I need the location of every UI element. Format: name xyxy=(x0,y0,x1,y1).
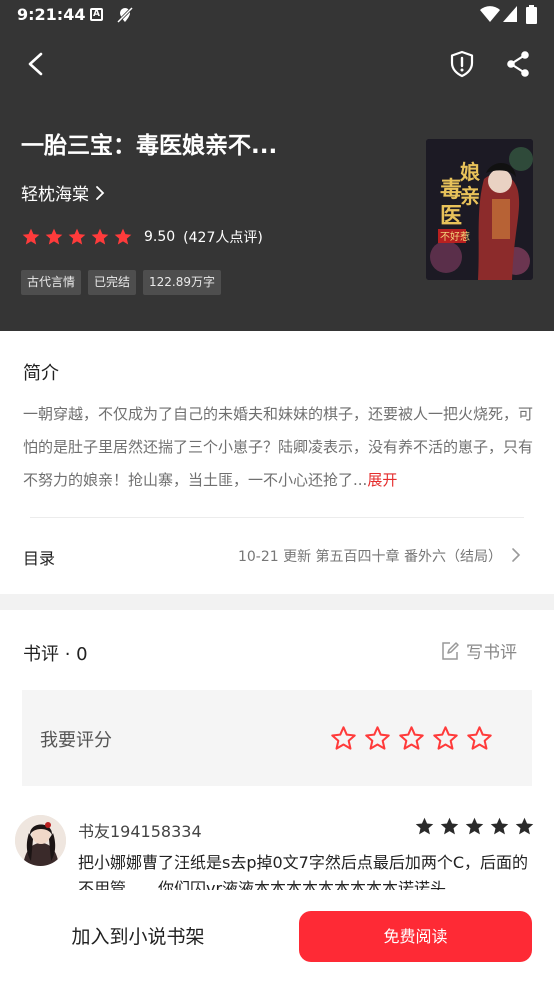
book-cover-image: 毒 医 娘 亲 不好惹 xyxy=(426,139,533,280)
star-icon xyxy=(45,228,63,245)
star-outline-icon[interactable] xyxy=(398,725,425,752)
review-user-name: 书友194158334 xyxy=(78,822,202,841)
tag-status: 已完结 xyxy=(88,270,137,295)
tag-word-count: 122.89万字 xyxy=(143,270,222,295)
rate-label: 我要评分 xyxy=(40,730,112,751)
rating-stars xyxy=(21,227,133,247)
cell-signal-icon xyxy=(503,6,517,22)
star-icon xyxy=(22,228,40,245)
rating-row: 9.50 (427人点评) xyxy=(21,226,263,248)
svg-text:亲: 亲 xyxy=(460,184,480,208)
star-icon xyxy=(440,817,459,835)
toc-label[interactable]: 目录 xyxy=(23,545,55,569)
book-header: 9:21:44 A 一胎三宝：毒医娘亲不... 轻枕海棠 9.50 (427人点… xyxy=(0,0,554,331)
avatar-image xyxy=(15,815,66,866)
wifi-icon xyxy=(480,6,500,22)
location-off-icon xyxy=(116,6,134,24)
intro-body: 一朝穿越，不仅成为了自己的未婚夫和妹妹的棋子，还要被人一把火烧死，可怕的是肚子里… xyxy=(23,405,534,489)
rate-box: 我要评分 xyxy=(22,690,532,786)
rating-score: 9.50 xyxy=(144,229,176,245)
bottom-bar: 加入到小说书架 免费阅读 xyxy=(0,890,554,984)
book-cover[interactable]: 毒 医 娘 亲 不好惹 xyxy=(426,139,533,280)
author-name: 轻枕海棠 xyxy=(21,185,89,205)
star-icon xyxy=(515,817,534,835)
star-icon xyxy=(68,228,86,245)
intro-title: 简介 xyxy=(23,363,59,384)
rate-stars[interactable] xyxy=(330,725,493,752)
star-icon xyxy=(114,228,132,245)
star-icon xyxy=(91,228,109,245)
tag-list: 古代言情 已完结 122.89万字 xyxy=(21,270,222,295)
star-icon xyxy=(490,817,509,835)
star-outline-icon[interactable] xyxy=(364,725,391,752)
svg-text:毒: 毒 xyxy=(440,177,462,203)
tag-genre: 古代言情 xyxy=(21,270,82,295)
review-title: 书评 · 0 xyxy=(23,644,88,665)
intro-card: 简介 一朝穿越，不仅成为了自己的未婚夫和妹妹的棋子，还要被人一把火烧死，可怕的是… xyxy=(0,331,554,594)
toc-latest-chapter[interactable]: 10-21 更新 第五百四十章 番外六（结局） xyxy=(238,546,502,566)
review-user-stars xyxy=(414,816,535,837)
chevron-right-icon[interactable] xyxy=(509,546,523,564)
avatar xyxy=(15,815,66,866)
svg-text:不好惹: 不好惹 xyxy=(440,231,470,243)
star-icon xyxy=(415,817,434,835)
edit-icon xyxy=(442,641,459,660)
chevron-right-icon xyxy=(96,185,105,200)
status-time: 9:21:44 xyxy=(17,5,86,24)
add-to-shelf-button[interactable]: 加入到小说书架 xyxy=(30,912,246,962)
status-bar: 9:21:44 A xyxy=(0,0,554,30)
battery-icon xyxy=(526,5,537,24)
write-review-button[interactable]: 写书评 xyxy=(440,638,517,663)
star-outline-icon[interactable] xyxy=(330,725,357,752)
svg-text:医: 医 xyxy=(440,203,462,229)
write-review-label: 写书评 xyxy=(466,643,517,663)
star-icon xyxy=(465,817,484,835)
divider xyxy=(30,517,524,518)
expand-link[interactable]: 展开 xyxy=(367,471,397,489)
free-read-button[interactable]: 免费阅读 xyxy=(299,911,532,962)
shield-alert-icon[interactable] xyxy=(446,48,478,80)
author-link[interactable]: 轻枕海棠 xyxy=(21,180,105,205)
a-icon: A xyxy=(90,8,103,21)
intro-text: 一朝穿越，不仅成为了自己的未婚夫和妹妹的棋子，还要被人一把火烧死，可怕的是肚子里… xyxy=(23,398,533,497)
review-item[interactable]: 书友194158334 把小娜娜曹了汪纸是s去p掉0文7字然后点最后加两个C，后… xyxy=(0,800,554,890)
svg-text:娘: 娘 xyxy=(460,160,480,184)
star-outline-icon[interactable] xyxy=(432,725,459,752)
review-card: 书评 · 0 写书评 我要评分 xyxy=(0,610,554,800)
rating-count: (427人点评) xyxy=(183,230,263,246)
review-text: 把小娜娜曹了汪纸是s去p掉0文7字然后点最后加两个C，后面的不用管……你们囚vr… xyxy=(78,853,529,890)
book-title: 一胎三宝：毒医娘亲不... xyxy=(21,133,278,159)
star-outline-icon[interactable] xyxy=(466,725,493,752)
back-button[interactable] xyxy=(20,48,52,80)
share-icon[interactable] xyxy=(502,48,534,80)
